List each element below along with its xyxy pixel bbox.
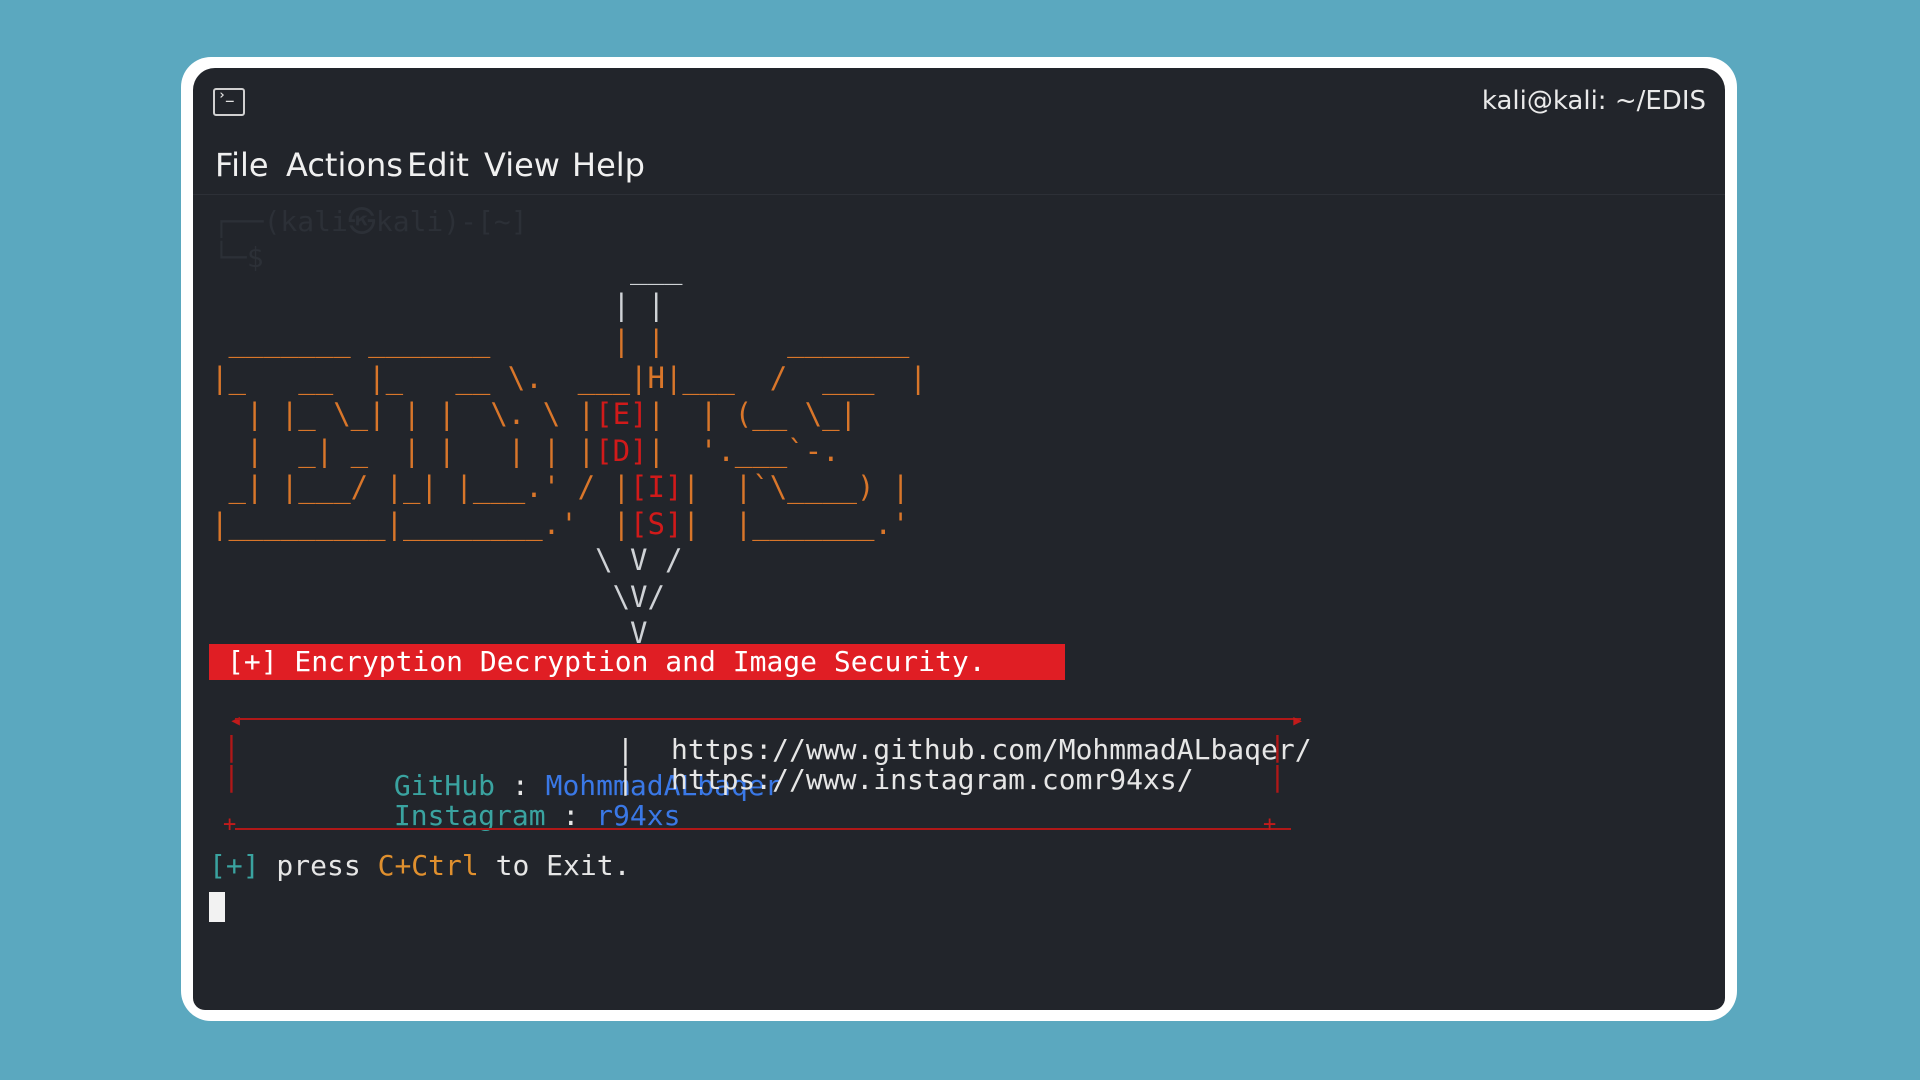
terminal-icon: ›_: [213, 88, 245, 116]
ascii-row-6a: _| |___/ |_| |___.' / |: [211, 470, 631, 504]
edis-ascii-logo: ___ | | _______ _______ | | _______ |_ _…: [211, 250, 927, 652]
window-frame: ›_ kali@kali: ~/EDIS File Actions Edit V…: [181, 57, 1737, 1021]
text-cursor[interactable]: [209, 892, 225, 922]
menu-file[interactable]: File: [215, 146, 269, 184]
links-box: ◂ ▸ | | | | GitHub : MohmmadALbaqer | ht…: [213, 708, 1713, 928]
ascii-row-3: |_ __ |_ __ \. ___|H|___ / ___ |: [211, 360, 927, 395]
links-top-border: [235, 718, 1301, 720]
links-left-border: |: [223, 730, 240, 763]
ascii-row-5a: | _| _ | | | | |: [211, 433, 596, 468]
exit-hint-prefix: [+]: [209, 849, 260, 882]
title-bar[interactable]: ›_ kali@kali: ~/EDIS: [193, 68, 1725, 136]
menu-bar: File Actions Edit View Help: [193, 136, 1725, 195]
ascii-row-7a: |_________|________.' |: [211, 506, 631, 541]
ghost-prompt-line1: ┌──(kali㉿kali)-[~]: [213, 205, 528, 238]
exit-hint-text-end: to Exit.: [478, 849, 631, 882]
arrow-right-icon: ▸: [1291, 708, 1305, 733]
ascii-row-2: _______ _______ | | _______: [211, 324, 910, 358]
ascii-row-7b: [S]: [630, 506, 683, 541]
exit-hint-key: C+Ctrl: [377, 849, 479, 882]
window-title: kali@kali: ~/EDIS: [1481, 86, 1706, 116]
exit-hint-text: press: [259, 849, 378, 882]
ascii-row-4c: | | (__ \_|: [647, 397, 858, 431]
menu-actions[interactable]: Actions: [286, 146, 403, 184]
ascii-row-4b: [E]: [595, 397, 648, 431]
menu-view[interactable]: View: [484, 146, 560, 184]
ascii-row-9: \V/: [211, 579, 665, 614]
corner-plus-icon: +: [1263, 812, 1277, 837]
exit-hint: [+] press C+Ctrl to Exit.: [209, 848, 630, 884]
ascii-row-0: ___: [211, 251, 683, 285]
terminal-window: ›_ kali@kali: ~/EDIS File Actions Edit V…: [193, 68, 1725, 1010]
menu-edit[interactable]: Edit: [407, 146, 469, 184]
column-separator: |: [617, 763, 634, 796]
ascii-row-8: \ V /: [211, 543, 683, 577]
ascii-row-7c: | |_______.': [682, 506, 910, 541]
tagline-banner: [+] Encryption Decryption and Image Secu…: [209, 644, 1065, 680]
instagram-url[interactable]: https://www.instagram.comr94xs/: [671, 762, 1194, 798]
menu-help[interactable]: Help: [572, 146, 645, 184]
corner-plus-icon: +: [223, 812, 237, 837]
links-left-border: |: [223, 760, 240, 793]
ascii-row-6c: | |`\____) |: [682, 470, 910, 504]
ascii-row-5b: [D]: [595, 433, 648, 468]
ascii-row-1: | |: [211, 287, 665, 322]
links-bottom-border: [235, 828, 1291, 830]
ascii-row-5c: | '.___`-.: [647, 433, 840, 468]
ascii-row-4a: | |_ \_| | | \. \ |: [211, 397, 596, 431]
ascii-row-6b: [I]: [630, 470, 683, 504]
